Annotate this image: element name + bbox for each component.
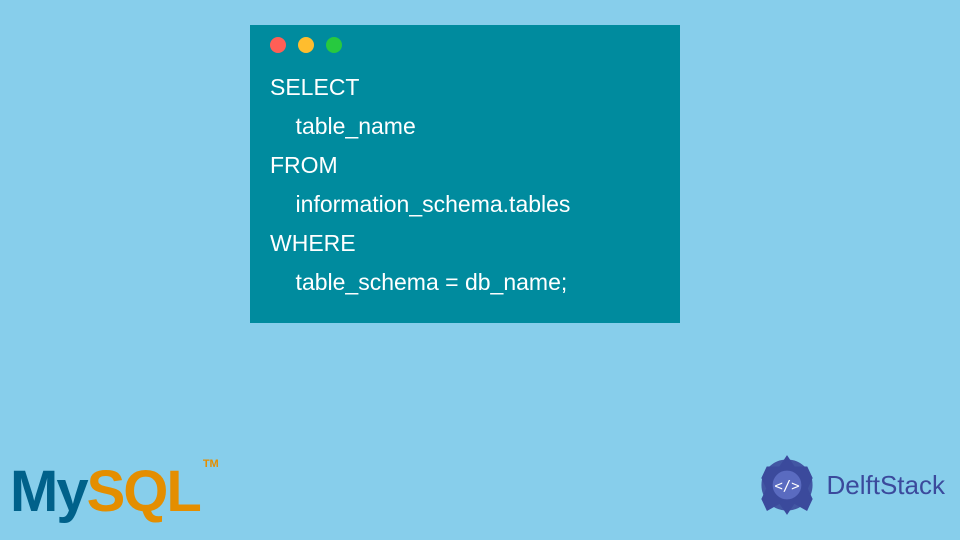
code-line: SELECT [270, 74, 359, 100]
mysql-my: My [10, 459, 87, 524]
code-line: WHERE [270, 230, 356, 256]
delftstack-logo: </> DelftStack [752, 450, 946, 520]
code-line: FROM [270, 152, 338, 178]
code-line: table_schema = db_name; [270, 269, 567, 295]
mysql-sql: SQL [87, 459, 200, 524]
mysql-logo: MySQLTM [10, 458, 219, 525]
close-icon [270, 37, 286, 53]
svg-text:</>: </> [774, 479, 799, 495]
delftstack-text: DelftStack [827, 470, 946, 501]
traffic-lights [270, 37, 660, 53]
maximize-icon [326, 37, 342, 53]
code-line: information_schema.tables [270, 191, 570, 217]
minimize-icon [298, 37, 314, 53]
code-block: SELECT table_name FROM information_schem… [270, 68, 660, 303]
delftstack-icon: </> [752, 450, 822, 520]
mysql-tm: TM [203, 458, 219, 470]
code-window: SELECT table_name FROM information_schem… [250, 25, 680, 323]
code-line: table_name [270, 113, 416, 139]
